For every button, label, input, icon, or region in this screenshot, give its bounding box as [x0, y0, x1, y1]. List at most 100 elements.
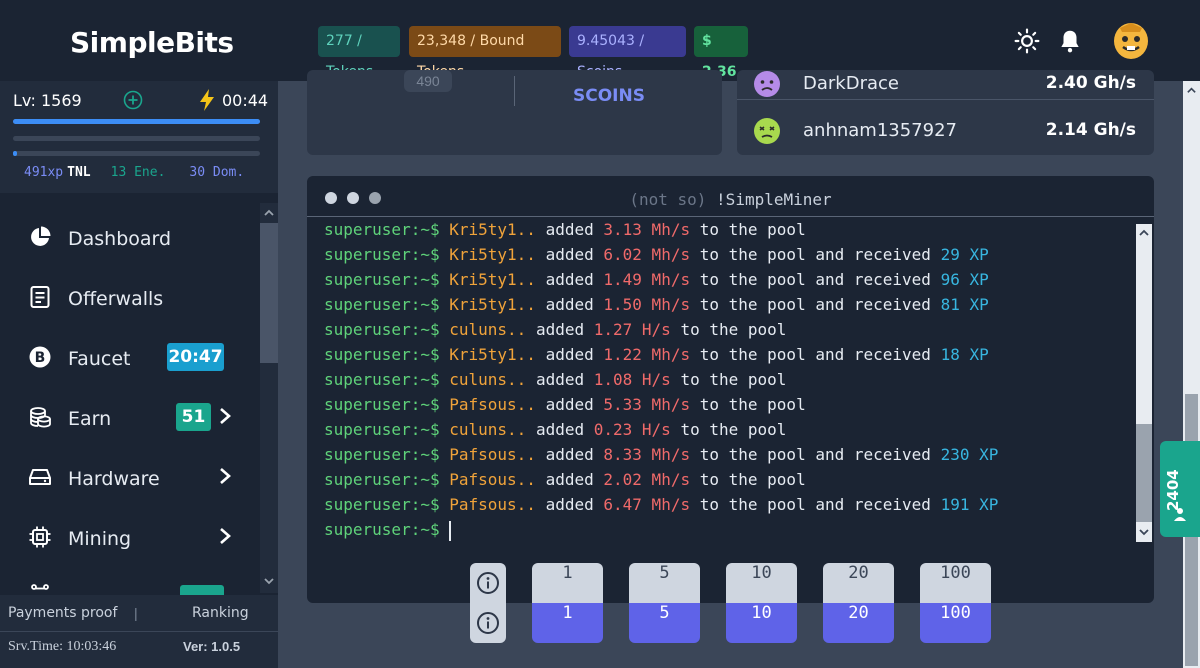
terminal-prompt: superuser:~$: [324, 245, 440, 264]
hashrate-amount: 6.47 Mh/s: [603, 495, 691, 514]
energy-timer: 00:44: [222, 91, 269, 110]
miner-username: Pafsous..: [449, 470, 536, 489]
usd-balance-chip[interactable]: $ 2.36: [694, 26, 748, 80]
scroll-up-icon[interactable]: [1138, 227, 1150, 239]
bitcoin-icon: B: [29, 346, 51, 368]
bet-top-button[interactable]: 100: [920, 563, 991, 603]
sidebar-item-dashboard[interactable]: Dashboard: [0, 207, 258, 267]
top-miners-card: DarkDrace 2.40 Gh/s anhnam1357927 2.14 G…: [737, 70, 1154, 155]
bound-tokens-chip[interactable]: 23,348 / Bound Tokens: [409, 26, 561, 80]
terminal-line: superuser:~$ culuns.. added 1.27 H/s to …: [324, 320, 1134, 345]
xp-reward: 29: [940, 245, 960, 264]
xp-unit: XP: [969, 295, 989, 314]
online-count: 2404: [1164, 469, 1182, 511]
server-time: Srv.Time: 10:03:46: [8, 639, 117, 654]
bet-bottom-button[interactable]: 100: [920, 603, 991, 643]
sidebar-item-offerwalls[interactable]: Offerwalls: [0, 267, 258, 327]
payments-proof-link[interactable]: Payments proof: [8, 605, 117, 621]
terminal-title: (not so) !SimpleMiner: [307, 190, 1154, 209]
miner-username: Kri5ty1..: [449, 270, 536, 289]
hard-drive-icon: [29, 469, 51, 485]
sidebar-footer: Payments proof | Ranking Srv.Time: 10:03…: [0, 595, 278, 668]
sidebar-item-mining[interactable]: Mining: [0, 507, 258, 567]
terminal-line: superuser:~$ Pafsous.. added 8.33 Mh/s t…: [324, 445, 1134, 470]
bet-top-button[interactable]: 1: [532, 563, 603, 603]
miner-username: culuns..: [449, 370, 527, 389]
sidebar-item-hardware[interactable]: Hardware: [0, 447, 258, 507]
log-text: and received: [815, 345, 931, 364]
terminal-log: superuser:~$ Kri5ty1.. added 3.13 Mh/s t…: [324, 220, 1134, 545]
logo[interactable]: SimpleBits: [70, 26, 234, 59]
page-scrollbar[interactable]: [1183, 81, 1200, 668]
scroll-down-icon[interactable]: [1138, 526, 1150, 538]
info-icon[interactable]: [476, 611, 500, 635]
xp-reward: 18: [940, 345, 960, 364]
terminal-prompt: superuser:~$: [324, 520, 440, 539]
log-text: added: [545, 495, 594, 514]
bell-icon[interactable]: [1057, 28, 1083, 54]
terminal-line: superuser:~$ Kri5ty1.. added 1.50 Mh/s t…: [324, 295, 1134, 320]
scoins-label: SCOINS: [573, 86, 645, 106]
xp-progress-fill: [13, 119, 260, 124]
log-text: added: [545, 245, 594, 264]
player-status: Lv: 1569 00:44 491xp TNL 13 Ene. 30 Dom.: [0, 81, 278, 193]
log-text: to the pool: [680, 420, 787, 439]
log-text: added: [545, 395, 594, 414]
earn-count-badge: 51: [176, 403, 211, 431]
bet-bottom-button[interactable]: 20: [823, 603, 894, 643]
info-column: [470, 563, 506, 643]
terminal-input-line[interactable]: superuser:~$: [324, 520, 1134, 545]
sun-icon[interactable]: [1014, 28, 1040, 54]
pie-chart-icon: [31, 226, 51, 246]
terminal-title-main: !SimpleMiner: [716, 190, 832, 209]
scroll-up-icon[interactable]: [1186, 85, 1197, 96]
tokens-chip[interactable]: 277 / Tokens: [318, 26, 400, 80]
scroll-down-icon[interactable]: [263, 575, 275, 587]
sidebar-scrollbar[interactable]: [260, 203, 278, 593]
scroll-up-icon[interactable]: [263, 207, 275, 219]
energy-count: 13 Ene.: [110, 165, 166, 180]
xp-unit: XP: [979, 495, 999, 514]
info-icon[interactable]: [476, 571, 500, 595]
terminal-scrollbar[interactable]: [1136, 224, 1152, 542]
user-avatar[interactable]: [1112, 20, 1150, 60]
bet-top-button[interactable]: 10: [726, 563, 797, 603]
sidebar-item-label: Faucet: [68, 348, 131, 370]
terminal-prompt: superuser:~$: [324, 495, 440, 514]
log-text: to the pool: [699, 470, 806, 489]
terminal-prompt: superuser:~$: [324, 395, 440, 414]
sidebar: Lv: 1569 00:44 491xp TNL 13 Ene. 30 Dom. Da…: [0, 81, 278, 668]
sidebar-item-partial[interactable]: [0, 567, 258, 595]
miner-username: culuns..: [449, 320, 527, 339]
footer-divider: [0, 631, 278, 632]
xp-reward: 96: [940, 270, 960, 289]
scoins-amount: 490: [404, 70, 452, 92]
online-users-tab[interactable]: 2404: [1160, 441, 1200, 537]
log-text: added: [545, 270, 594, 289]
scoins-chip[interactable]: 9.45043 / Scoins: [569, 26, 686, 80]
energy-bolt-icon: [200, 89, 214, 111]
bet-button-group: 100 100: [920, 563, 991, 643]
terminal-scroll-thumb[interactable]: [1136, 424, 1152, 522]
add-circle-icon[interactable]: [123, 90, 143, 110]
sidebar-item-label: Hardware: [68, 468, 160, 490]
log-text: added: [535, 320, 585, 339]
bet-top-button[interactable]: 20: [823, 563, 894, 603]
log-text: added: [535, 420, 585, 439]
sidebar-item-faucet[interactable]: B Faucet 20:47: [0, 327, 258, 387]
hashrate-amount: 1.27 H/s: [593, 320, 671, 339]
hashrate-amount: 3.13 Mh/s: [603, 220, 691, 239]
xp-unit: XP: [969, 345, 989, 364]
sidebar-item-label: Mining: [68, 528, 132, 550]
bet-top-button[interactable]: 5: [629, 563, 700, 603]
terminal-line: superuser:~$ Kri5ty1.. added 1.49 Mh/s t…: [324, 270, 1134, 295]
xp-reward: 81: [940, 295, 960, 314]
xp-reward: 230: [940, 445, 970, 464]
bet-bottom-button[interactable]: 1: [532, 603, 603, 643]
sidebar-scroll-thumb[interactable]: [260, 223, 278, 363]
sidebar-item-earn[interactable]: Earn 51: [0, 387, 258, 447]
bet-bottom-button[interactable]: 5: [629, 603, 700, 643]
bet-bottom-button[interactable]: 10: [726, 603, 797, 643]
ranking-link[interactable]: Ranking: [192, 605, 249, 621]
hashrate-amount: 1.22 Mh/s: [603, 345, 691, 364]
